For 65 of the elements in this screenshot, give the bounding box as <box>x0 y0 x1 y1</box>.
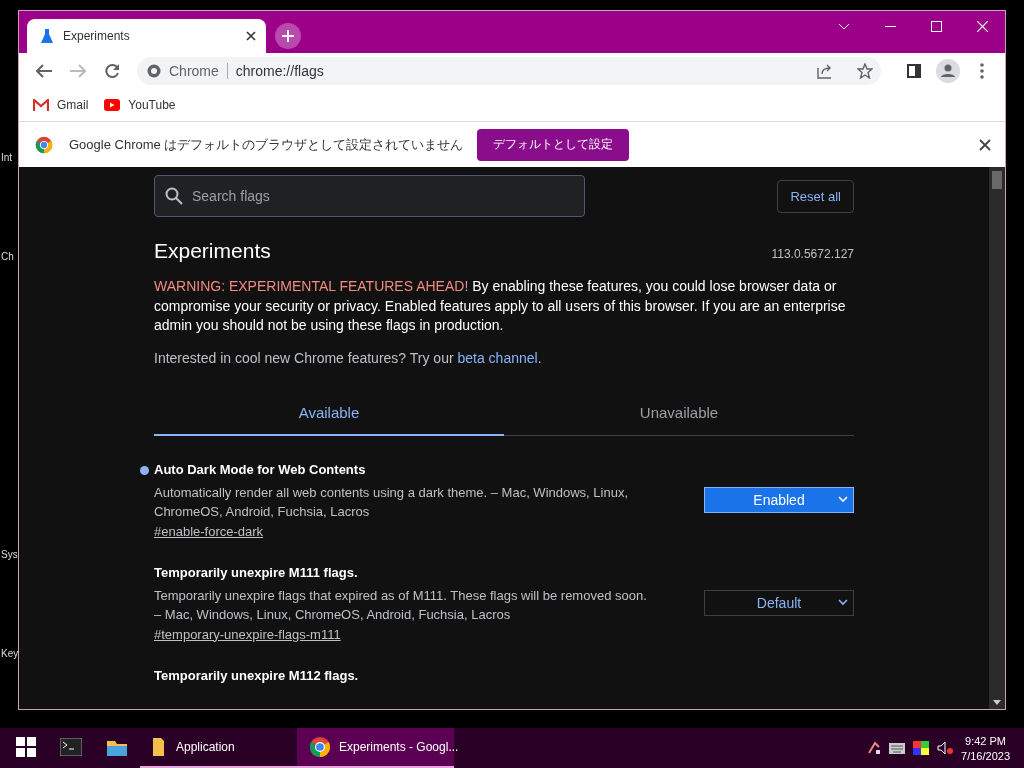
close-icon <box>976 20 988 32</box>
play-icon <box>104 99 121 111</box>
flag-anchor-link[interactable]: #temporary-unexpire-flags-m111 <box>154 626 341 642</box>
flag-name: Temporarily unexpire M112 flags. <box>154 667 360 683</box>
plus-icon <box>282 30 294 42</box>
scrollbar-thumb[interactable] <box>992 171 1002 189</box>
flag-description: Automatically render all web contents using a dark theme. – Mac, Windows, Linux, ChromeOS, Android, Fuchsia, Lacros <box>154 483 629 521</box>
chrome-icon <box>35 135 53 154</box>
search-icon <box>165 187 183 205</box>
profile-button[interactable] <box>933 56 963 86</box>
close-icon[interactable] <box>246 31 256 41</box>
chevron-icon <box>838 496 848 503</box>
reset-all-button[interactable]: Reset all <box>777 179 854 213</box>
flag-description: Temporarily unexpire flags that expired as of M111. These flags will be removed soon. – Mac, Windows, Linux, ChromeOS, Android, Fuchsia, Lacros <box>154 586 648 624</box>
scroll-down-arrow-icon[interactable] <box>993 700 1001 705</box>
forward-arrow-icon <box>70 64 86 78</box>
desktop-icon-label[interactable]: Int <box>1 152 13 163</box>
flags-tab[interactable]: Available <box>154 391 504 436</box>
browser-tab[interactable]: Experiments <box>27 19 266 53</box>
menu-icon <box>980 63 984 79</box>
terminal-icon <box>60 738 82 756</box>
flags-tab[interactable]: Unavailable <box>504 391 854 436</box>
page-title: Experiments <box>154 239 271 263</box>
desktop-icon-label[interactable]: Key <box>1 648 19 659</box>
bookmark[interactable]: YouTube <box>104 98 176 112</box>
new-tab-button[interactable] <box>275 23 301 49</box>
avatar-icon <box>936 59 960 83</box>
flag-name: Auto Dark Mode for Web Contents <box>154 461 367 477</box>
set-default-button[interactable]: デフォルトとして設定 <box>477 128 630 161</box>
flag-name: Temporarily unexpire M111 flags. <box>154 564 359 580</box>
chrome-icon <box>309 736 331 758</box>
desktop-icon-label[interactable]: Ch <box>1 251 14 262</box>
version-label: 113.0.5672.127 <box>771 247 854 261</box>
maximize-icon <box>930 20 942 32</box>
keyboard-icon[interactable] <box>889 742 906 754</box>
desktop-icon-label[interactable]: Sys <box>1 549 18 560</box>
flask-icon <box>41 29 53 43</box>
chrome-site-icon <box>147 64 161 78</box>
star-icon[interactable] <box>857 63 873 79</box>
color-display-icon[interactable] <box>913 741 930 755</box>
warning-text: WARNING: EXPERIMENTAL FEATURES AHEAD! By enabling these features, you could lose browser data or compromise your security or privacy. Enabled features apply to all users of this browser. If you are an enterprise admin you should not be using these flags in production. <box>154 277 847 335</box>
minimize-icon <box>884 25 896 27</box>
chevron-icon <box>838 22 850 30</box>
close-icon[interactable] <box>979 138 991 151</box>
scrollbar[interactable] <box>989 167 1005 709</box>
beta-channel-link[interactable]: beta channel <box>457 349 538 366</box>
flag-dropdown[interactable]: Default <box>704 590 854 616</box>
mail-icon <box>33 99 49 111</box>
side-panel-icon <box>907 64 921 78</box>
beta-channel-text: Interested in cool new Chrome features? Try our beta channel. <box>154 349 543 366</box>
infobar-message: Google Chrome はデフォルトのブラウザとして設定されていません <box>69 135 464 154</box>
url-text: chrome://flags <box>235 63 325 79</box>
muted-speaker-icon[interactable] <box>937 741 954 755</box>
search-field[interactable]: Search flags <box>154 175 585 217</box>
chevron-icon <box>838 599 848 606</box>
back-arrow-icon <box>36 64 52 78</box>
reload-icon <box>104 63 120 79</box>
flag-dropdown[interactable]: Enabled <box>704 487 854 513</box>
taskbar-clock[interactable]: 9:42 PM 7/16/2023 <box>961 734 1010 762</box>
bookmark[interactable]: Gmail <box>33 98 89 112</box>
windows-logo-icon <box>16 737 36 757</box>
address-bar[interactable]: Chrome chrome://flags <box>137 57 881 85</box>
share-icon[interactable] <box>817 63 833 79</box>
flag-anchor-link[interactable]: #enable-force-dark <box>154 523 264 539</box>
site-label: Chrome <box>169 63 219 79</box>
